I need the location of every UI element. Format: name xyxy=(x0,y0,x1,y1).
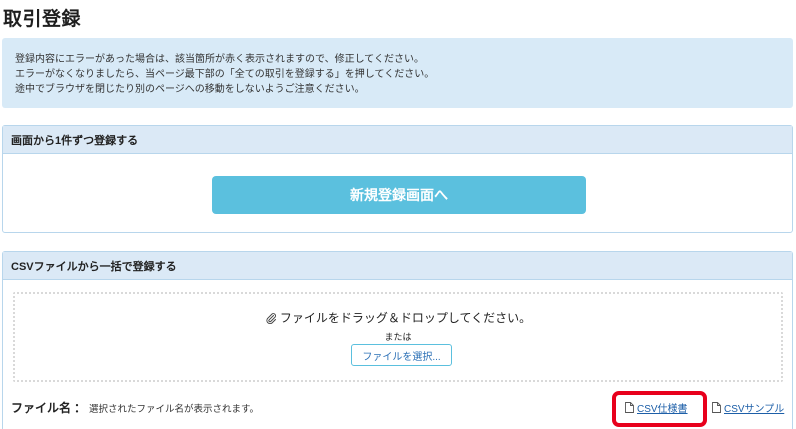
file-name-placeholder: 選択されたファイル名が表示されます。 xyxy=(89,404,260,415)
file-name-label: ファイル名 xyxy=(11,401,72,415)
single-entry-heading: 画面から1件ずつ登録する xyxy=(3,126,792,154)
file-name-row: ファイル名 ： 選択されたファイル名が表示されます。 CSV仕様書 CSVサンプ… xyxy=(3,395,792,417)
single-entry-panel: 画面から1件ずつ登録する 新規登録画面へ xyxy=(2,125,793,233)
new-entry-button[interactable]: 新規登録画面へ xyxy=(212,176,586,214)
file-dropzone[interactable]: ファイルをドラッグ＆ドロップしてください。 または ファイルを選択... xyxy=(13,292,783,382)
csv-spec-link[interactable]: CSV仕様書 xyxy=(625,400,688,415)
csv-sample-link[interactable]: CSVサンプル xyxy=(712,400,784,415)
drop-text: ファイルをドラッグ＆ドロップしてください。 xyxy=(279,311,532,325)
document-icon xyxy=(625,402,634,413)
notice-line: 登録内容にエラーがあった場合は、該当箇所が赤く表示されますので、修正してください… xyxy=(15,54,424,65)
csv-sample-label: CSVサンプル xyxy=(724,404,785,415)
csv-upload-heading: CSVファイルから一括で登録する xyxy=(3,252,792,280)
csv-upload-panel: CSVファイルから一括で登録する ファイルをドラッグ＆ドロップしてください。 ま… xyxy=(2,251,793,429)
notice-line: エラーがなくなりましたら、当ページ最下部の「全ての取引を登録する」を押してくださ… xyxy=(15,69,435,80)
notice-line: 途中でブラウザを閉じたり別のページへの移動をしないようご注意ください。 xyxy=(15,84,365,95)
page-title: 取引登録 xyxy=(3,9,82,30)
file-name-colon: ： xyxy=(74,401,87,415)
document-icon xyxy=(712,402,721,413)
or-text: または xyxy=(384,332,412,342)
drop-instruction: ファイルをドラッグ＆ドロップしてください。 xyxy=(15,309,781,326)
select-file-button[interactable]: ファイルを選択... xyxy=(351,344,452,366)
notice-box: 登録内容にエラーがあった場合は、該当箇所が赤く表示されますので、修正してください… xyxy=(2,38,793,108)
paperclip-icon xyxy=(266,312,276,324)
csv-spec-label: CSV仕様書 xyxy=(637,404,688,415)
